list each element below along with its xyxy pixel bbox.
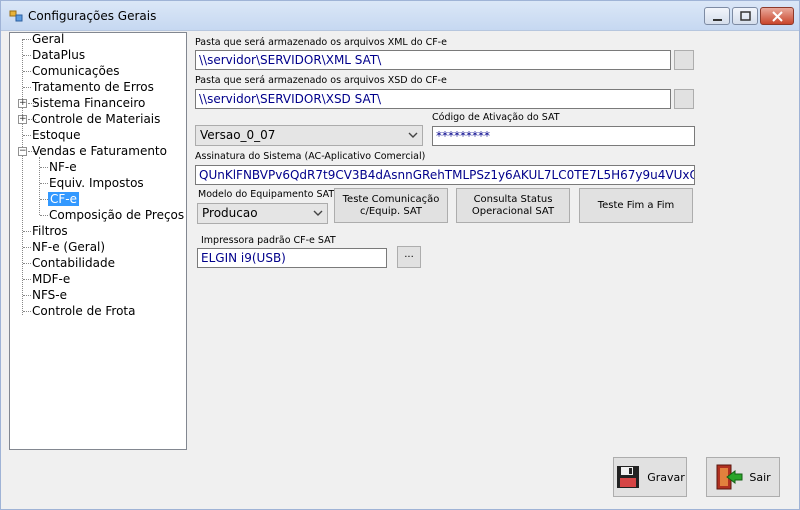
activation-code-input[interactable]: ********* [432,126,695,146]
tree-item-vendas-faturamento[interactable]: Vendas e Faturamento [32,143,167,159]
tree-item-estoque[interactable]: Estoque [32,127,81,143]
exit-door-icon [716,464,743,490]
tree-item-controle-materiais[interactable]: Controle de Materiais [32,111,160,127]
xsd-path-browse-button[interactable] [674,89,694,109]
minimize-button[interactable] [704,7,730,25]
signature-label: Assinatura do Sistema (AC-Aplicativo Com… [195,151,426,162]
xsd-path-label: Pasta que será armazenado os arquivos XS… [195,75,447,86]
minimize-icon [713,19,722,21]
xml-path-input[interactable]: \\servidor\SERVIDOR\XML SAT\ [195,50,671,70]
expand-financeiro-icon[interactable]: + [18,99,27,108]
dropdown-arrow-icon [408,132,418,138]
xsd-path-input[interactable]: \\servidor\SERVIDOR\XSD SAT\ [195,89,671,109]
close-button[interactable] [760,7,794,25]
activation-code-label: Código de Ativação do SAT [432,112,560,123]
tree-item-nfe-geral[interactable]: NF-e (Geral) [32,239,105,255]
sat-model-label: Modelo do Equipamento SAT [198,189,335,200]
tree-item-dataplus[interactable]: DataPlus [32,47,85,63]
collapse-vendas-icon[interactable]: − [18,147,27,156]
printer-label: Impressora padrão CF-e SAT [201,235,336,246]
xml-path-label: Pasta que será armazenado os arquivos XM… [195,37,447,48]
tree-item-controle-frota[interactable]: Controle de Frota [32,303,136,319]
printer-input[interactable]: ELGIN i9(USB) [197,248,387,268]
title-bar: Configurações Gerais [1,1,799,31]
maximize-icon [740,11,751,21]
tree-item-tratamento-erros[interactable]: Tratamento de Erros [32,79,154,95]
close-icon [772,11,783,22]
signature-input[interactable]: QUnKlFNBVPv6QdR7t9CV3B4dAsnnGRehTMLPSz1y… [195,165,695,185]
test-communication-button[interactable]: Teste Comunicação c/Equip. SAT [334,188,448,223]
app-icon [9,10,23,22]
tree-item-contabilidade[interactable]: Contabilidade [32,255,115,271]
tree-item-comunicacoes[interactable]: Comunicações [32,63,119,79]
sat-model-select[interactable]: Producao [197,203,328,224]
save-label: Gravar [647,470,685,484]
save-button[interactable]: Gravar [613,457,687,497]
tree-item-filtros[interactable]: Filtros [32,223,68,239]
tree-item-sistema-financeiro[interactable]: Sistema Financeiro [32,95,145,111]
floppy-save-icon [617,466,640,488]
printer-browse-button[interactable]: ... [397,246,421,268]
tree-item-nfse[interactable]: NFS-e [32,287,67,303]
window-title: Configurações Gerais [28,9,157,23]
tree-item-equiv-impostos[interactable]: Equiv. Impostos [49,175,144,191]
config-window: Configurações Gerais + + − Geral DataPlu… [0,0,800,510]
status-check-button[interactable]: Consulta Status Operacional SAT [456,188,570,223]
tree-item-composicao-precos[interactable]: Composição de Preços [49,207,184,223]
settings-tree: + + − Geral DataPlus Comunicações Tratam… [9,32,187,450]
tree-item-geral[interactable]: Geral [32,31,64,47]
sat-version-value: Versao_0_07 [200,128,276,142]
sat-version-select[interactable]: Versao_0_07 [195,125,423,146]
tree-item-cfe[interactable]: CF-e [48,191,79,207]
dropdown-arrow-icon [313,210,323,216]
sat-model-value: Producao [202,206,258,220]
maximize-button[interactable] [732,7,758,25]
xml-path-browse-button[interactable] [674,50,694,70]
expand-materiais-icon[interactable]: + [18,115,27,124]
tree-item-nfe[interactable]: NF-e [49,159,77,175]
exit-button[interactable]: Sair [706,457,780,497]
exit-label: Sair [749,470,771,484]
end-to-end-test-button[interactable]: Teste Fim a Fim [579,188,693,223]
tree-item-mdfe[interactable]: MDF-e [32,271,70,287]
